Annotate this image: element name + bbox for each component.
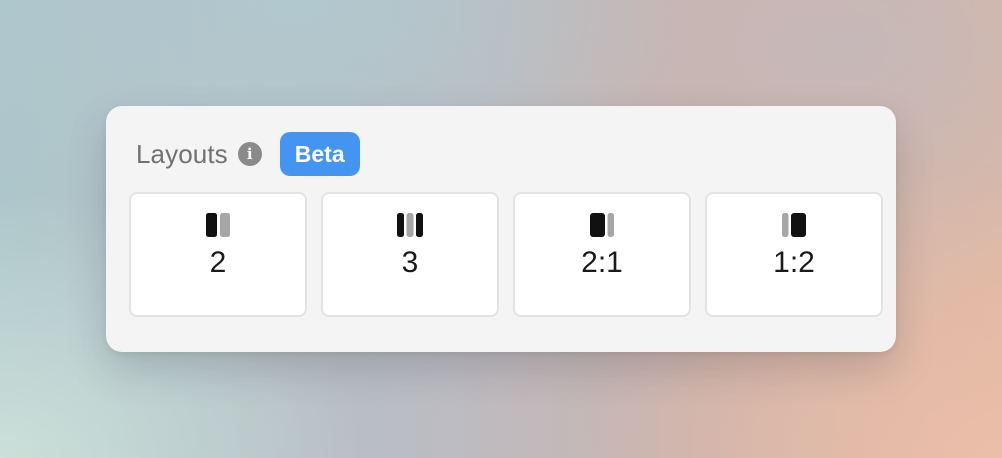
layout-option-2[interactable]: 2	[129, 192, 307, 317]
layout-two-to-one-icon	[589, 212, 615, 238]
layout-option-3[interactable]: 3	[321, 192, 499, 317]
layouts-panel: Layouts i Beta 2 3 2:1 1:2	[106, 106, 896, 352]
layout-option-2-1[interactable]: 2:1	[513, 192, 691, 317]
layout-option-label: 2	[209, 246, 227, 279]
layout-three-columns-icon	[396, 212, 424, 238]
layout-option-label: 2:1	[581, 246, 623, 279]
layout-one-to-two-icon	[781, 212, 807, 238]
layout-two-columns-icon	[205, 212, 231, 238]
panel-title: Layouts	[136, 138, 228, 169]
layout-options: 2 3 2:1 1:2	[129, 192, 883, 317]
beta-badge: Beta	[279, 132, 360, 176]
info-icon[interactable]: i	[237, 142, 262, 166]
layout-option-label: 1:2	[773, 246, 815, 279]
layout-option-label: 3	[401, 246, 419, 279]
panel-header: Layouts i Beta	[136, 132, 360, 176]
layout-option-1-2[interactable]: 1:2	[705, 192, 883, 317]
